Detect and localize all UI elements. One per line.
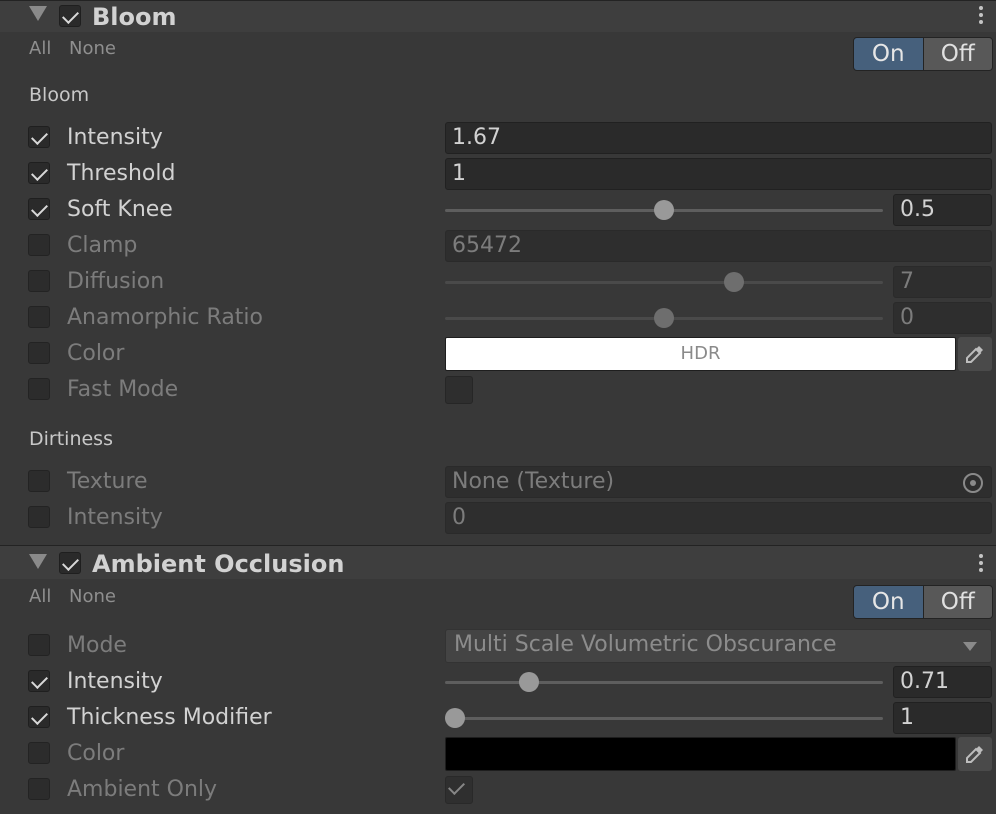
ao-thickness-override-checkbox[interactable] — [28, 706, 50, 728]
ao-ambient-only-override-checkbox[interactable] — [28, 778, 50, 800]
bloom-anamorphic-field[interactable]: 0 — [893, 302, 992, 334]
ao-intensity-slider-track[interactable] — [445, 681, 883, 684]
ao-thickness-label: Thickness Modifier — [67, 705, 272, 730]
ao-on-off-toggle[interactable]: On Off — [853, 585, 993, 619]
bloom-off-button[interactable]: Off — [922, 38, 992, 70]
bloom-intensity-label: Intensity — [67, 125, 163, 150]
dirt-texture-value: None (Texture) — [452, 469, 615, 494]
ao-none-link[interactable]: None — [69, 586, 116, 608]
dirt-intensity-field[interactable]: 0 — [445, 502, 992, 534]
bloom-anamorphic-label: Anamorphic Ratio — [67, 305, 264, 330]
bloom-none-link[interactable]: None — [69, 38, 116, 60]
ao-thickness-slider-track[interactable] — [445, 717, 883, 720]
eyedropper-icon — [966, 346, 983, 363]
ao-mode-override-checkbox[interactable] — [28, 634, 50, 656]
ao-color-swatch[interactable] — [445, 737, 956, 771]
eyedropper-icon — [966, 746, 983, 763]
bloom-diffusion-field[interactable]: 7 — [893, 266, 992, 298]
dirtiness-group-label: Dirtiness — [29, 428, 113, 450]
ao-menu-icon[interactable] — [978, 554, 984, 576]
bloom-clamp-field[interactable]: 65472 — [445, 230, 992, 262]
bloom-diffusion-slider-handle[interactable] — [724, 272, 744, 292]
bloom-anamorphic-override-checkbox[interactable] — [28, 306, 50, 328]
bloom-color-picker-button[interactable] — [958, 337, 992, 371]
bloom-intensity-override-checkbox[interactable] — [28, 126, 50, 148]
dirt-intensity-label: Intensity — [67, 505, 163, 530]
dirt-intensity-override-checkbox[interactable] — [28, 506, 50, 528]
bloom-diffusion-override-checkbox[interactable] — [28, 270, 50, 292]
bloom-clamp-override-checkbox[interactable] — [28, 234, 50, 256]
ao-ambient-only-label: Ambient Only — [67, 777, 218, 802]
bloom-clamp-label: Clamp — [67, 233, 138, 258]
ao-off-button[interactable]: Off — [922, 586, 992, 618]
object-picker-icon[interactable] — [963, 473, 983, 493]
bloom-diffusion-slider-track[interactable] — [445, 281, 883, 284]
bloom-soft-knee-field[interactable]: 0.5 — [893, 194, 992, 226]
ao-enabled-checkbox[interactable] — [59, 552, 81, 574]
bloom-soft-knee-slider-handle[interactable] — [654, 200, 674, 220]
ao-mode-dropdown[interactable]: Multi Scale Volumetric Obscurance — [445, 629, 992, 663]
bloom-threshold-field[interactable]: 1 — [445, 158, 992, 190]
chevron-down-icon — [963, 642, 977, 651]
bloom-menu-icon[interactable] — [978, 6, 984, 28]
ao-on-button[interactable]: On — [854, 586, 923, 618]
ao-intensity-field[interactable]: 0.71 — [893, 666, 992, 698]
ao-color-override-checkbox[interactable] — [28, 742, 50, 764]
ao-color-label: Color — [67, 741, 125, 766]
dirt-texture-override-checkbox[interactable] — [28, 470, 50, 492]
foldout-arrow-icon[interactable] — [29, 554, 47, 569]
bloom-diffusion-label: Diffusion — [67, 269, 165, 294]
bloom-all-link[interactable]: All — [29, 38, 51, 60]
bloom-group-label: Bloom — [29, 84, 90, 106]
bloom-header[interactable]: Bloom — [0, 0, 996, 32]
foldout-arrow-icon[interactable] — [29, 6, 47, 21]
ao-thickness-slider-handle[interactable] — [445, 708, 465, 728]
bloom-threshold-label: Threshold — [67, 161, 176, 186]
bloom-title: Bloom — [92, 3, 177, 31]
ao-ambient-only-checkbox[interactable] — [445, 776, 473, 804]
ao-intensity-slider-handle[interactable] — [519, 672, 539, 692]
bloom-soft-knee-override-checkbox[interactable] — [28, 198, 50, 220]
ao-title: Ambient Occlusion — [92, 550, 345, 578]
ao-thickness-field[interactable]: 1 — [893, 702, 992, 734]
bloom-threshold-override-checkbox[interactable] — [28, 162, 50, 184]
ao-color-picker-button[interactable] — [958, 737, 992, 771]
ao-all-link[interactable]: All — [29, 586, 51, 608]
ao-intensity-override-checkbox[interactable] — [28, 670, 50, 692]
bloom-on-off-toggle[interactable]: On Off — [853, 37, 993, 71]
bloom-color-label: Color — [67, 341, 125, 366]
dirt-texture-label: Texture — [67, 469, 148, 494]
bloom-on-button[interactable]: On — [854, 38, 923, 70]
ao-intensity-label: Intensity — [67, 669, 163, 694]
hdr-label: HDR — [680, 343, 721, 364]
dirt-texture-field[interactable]: None (Texture) — [445, 466, 992, 498]
bloom-fast-mode-override-checkbox[interactable] — [28, 378, 50, 400]
bloom-fast-mode-checkbox[interactable] — [445, 376, 473, 404]
bloom-anamorphic-slider-handle[interactable] — [654, 308, 674, 328]
bloom-color-override-checkbox[interactable] — [28, 342, 50, 364]
bloom-intensity-field[interactable]: 1.67 — [445, 122, 992, 154]
ao-header[interactable]: Ambient Occlusion — [0, 545, 996, 579]
bloom-soft-knee-label: Soft Knee — [67, 197, 173, 222]
bloom-enabled-checkbox[interactable] — [59, 5, 81, 27]
bloom-color-swatch[interactable]: HDR — [445, 337, 956, 371]
ao-mode-label: Mode — [67, 633, 127, 658]
bloom-fast-mode-label: Fast Mode — [67, 377, 179, 402]
ao-mode-value: Multi Scale Volumetric Obscurance — [454, 632, 837, 657]
